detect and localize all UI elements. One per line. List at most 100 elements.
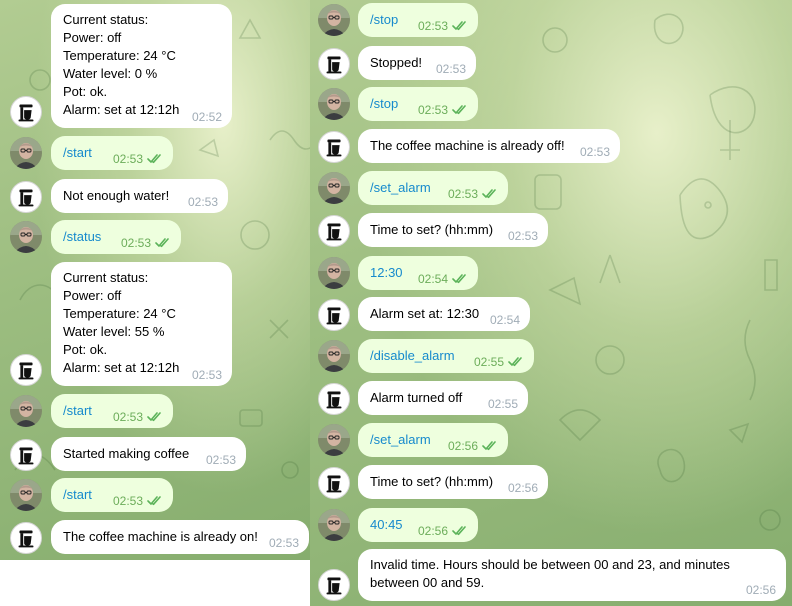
message-meta: 02:55 — [488, 397, 518, 411]
coffee-machine-icon — [326, 475, 342, 493]
double-check-icon — [452, 526, 466, 536]
message-meta: 02:53 — [436, 62, 466, 76]
incoming-message[interactable]: Not enough water! 02:53 — [51, 179, 228, 213]
bot-avatar[interactable] — [318, 48, 350, 80]
bot-avatar[interactable] — [318, 467, 350, 499]
message-time: 02:53 — [112, 152, 143, 166]
user-photo — [10, 221, 42, 253]
outgoing-message[interactable]: /set_alarm 02:53 — [358, 171, 508, 205]
message-time: 02:53 — [187, 195, 218, 209]
incoming-message[interactable]: Stopped! 02:53 — [358, 46, 476, 80]
user-avatar[interactable] — [318, 88, 350, 120]
message-meta: 02:56 — [746, 583, 776, 597]
bot-avatar[interactable] — [318, 131, 350, 163]
message-time: 02:53 — [435, 62, 466, 76]
bot-avatar[interactable] — [10, 181, 42, 213]
bot-avatar[interactable] — [10, 354, 42, 386]
double-check-icon — [452, 21, 466, 31]
incoming-message[interactable]: Time to set? (hh:mm) 02:56 — [358, 465, 548, 499]
double-check-icon — [147, 412, 161, 422]
bot-avatar[interactable] — [10, 96, 42, 128]
user-avatar[interactable] — [318, 509, 350, 541]
message-time: 02:53 — [268, 536, 299, 550]
outgoing-message[interactable]: /stop 02:53 — [358, 3, 478, 37]
message-text-line: Power: off — [63, 288, 122, 303]
message-meta: 02:53 — [206, 453, 236, 467]
user-avatar[interactable] — [10, 137, 42, 169]
message-text-line: Power: off — [63, 30, 122, 45]
coffee-machine-icon — [18, 447, 34, 465]
message-time: 02:55 — [473, 355, 504, 369]
double-check-icon — [452, 105, 466, 115]
user-avatar[interactable] — [318, 4, 350, 36]
double-check-icon — [482, 189, 496, 199]
incoming-message[interactable]: Invalid time. Hours should be between 00… — [358, 549, 786, 601]
coffee-machine-icon — [18, 104, 34, 122]
bot-avatar[interactable] — [10, 439, 42, 471]
message-time: 02:53 — [579, 145, 610, 159]
incoming-message[interactable]: The coffee machine is already off! 02:53 — [358, 129, 620, 163]
user-photo — [318, 172, 350, 204]
message-text: The coffee machine is already on! — [63, 529, 258, 544]
outgoing-message[interactable]: 40:45 02:56 — [358, 508, 478, 542]
incoming-message[interactable]: Time to set? (hh:mm) 02:53 — [358, 213, 548, 247]
user-avatar[interactable] — [10, 221, 42, 253]
double-check-icon — [147, 496, 161, 506]
message-meta: 02:53 — [508, 229, 538, 243]
incoming-message[interactable]: Started making coffee 02:53 — [51, 437, 246, 471]
message-time: 02:56 — [417, 524, 448, 538]
user-photo — [318, 88, 350, 120]
user-avatar[interactable] — [318, 257, 350, 289]
bot-avatar[interactable] — [318, 215, 350, 247]
outgoing-message[interactable]: /set_alarm 02:56 — [358, 423, 508, 457]
user-avatar[interactable] — [10, 395, 42, 427]
message-time: 02:53 — [507, 229, 538, 243]
incoming-message[interactable]: Alarm set at: 12:30 02:54 — [358, 297, 530, 331]
message-meta: 02:53 — [113, 494, 163, 508]
outgoing-message[interactable]: /disable_alarm 02:55 — [358, 339, 534, 373]
message-meta: 02:53 — [418, 19, 468, 33]
outgoing-message[interactable]: /stop 02:53 — [358, 87, 478, 121]
message-meta: 02:53 — [188, 195, 218, 209]
double-check-icon — [147, 154, 161, 164]
bot-avatar[interactable] — [10, 522, 42, 554]
incoming-message[interactable]: Current status: Power: off Temperature: 24… — [51, 4, 232, 128]
message-meta: 02:54 — [418, 272, 468, 286]
incoming-message[interactable]: The coffee machine is already on! 02:53 — [51, 520, 309, 554]
user-photo — [10, 395, 42, 427]
coffee-machine-icon — [18, 189, 34, 207]
message-text: The coffee machine is already off! — [370, 138, 565, 153]
message-text-line: Water level: 55 % — [63, 324, 165, 339]
coffee-machine-icon — [326, 307, 342, 325]
message-time: 02:53 — [120, 236, 151, 250]
user-photo — [318, 340, 350, 372]
coffee-machine-icon — [326, 577, 342, 595]
user-avatar[interactable] — [318, 424, 350, 456]
chat-panel-left: Current status: Power: off Temperature: 24… — [0, 0, 310, 560]
incoming-message[interactable]: Current status: Power: off Temperature: 24… — [51, 262, 232, 386]
user-avatar[interactable] — [10, 479, 42, 511]
message-text-line: Temperature: 24 °C — [63, 306, 176, 321]
user-photo — [318, 509, 350, 541]
coffee-machine-icon — [326, 223, 342, 241]
message-text-line: Pot: ok. — [63, 342, 108, 357]
outgoing-message[interactable]: /status 02:53 — [51, 220, 181, 254]
outgoing-message[interactable]: /start 02:53 — [51, 136, 173, 170]
message-text-line: Water level: 0 % — [63, 66, 158, 81]
message-meta: 02:53 — [418, 103, 468, 117]
outgoing-message[interactable]: 12:30 02:54 — [358, 256, 478, 290]
outgoing-message[interactable]: /start 02:53 — [51, 394, 173, 428]
bot-avatar[interactable] — [318, 383, 350, 415]
coffee-machine-icon — [18, 362, 34, 380]
bot-avatar[interactable] — [318, 569, 350, 601]
outgoing-message[interactable]: /start 02:53 — [51, 478, 173, 512]
message-meta: 02:53 — [192, 368, 222, 382]
message-text-line: Invalid time. Hours should be between 00… — [370, 557, 730, 572]
message-time: 02:53 — [205, 453, 236, 467]
incoming-message[interactable]: Alarm turned off 02:55 — [358, 381, 528, 415]
user-avatar[interactable] — [318, 172, 350, 204]
bot-avatar[interactable] — [318, 299, 350, 331]
user-avatar[interactable] — [318, 340, 350, 372]
message-time: 02:54 — [489, 313, 520, 327]
message-time: 02:52 — [191, 110, 222, 124]
